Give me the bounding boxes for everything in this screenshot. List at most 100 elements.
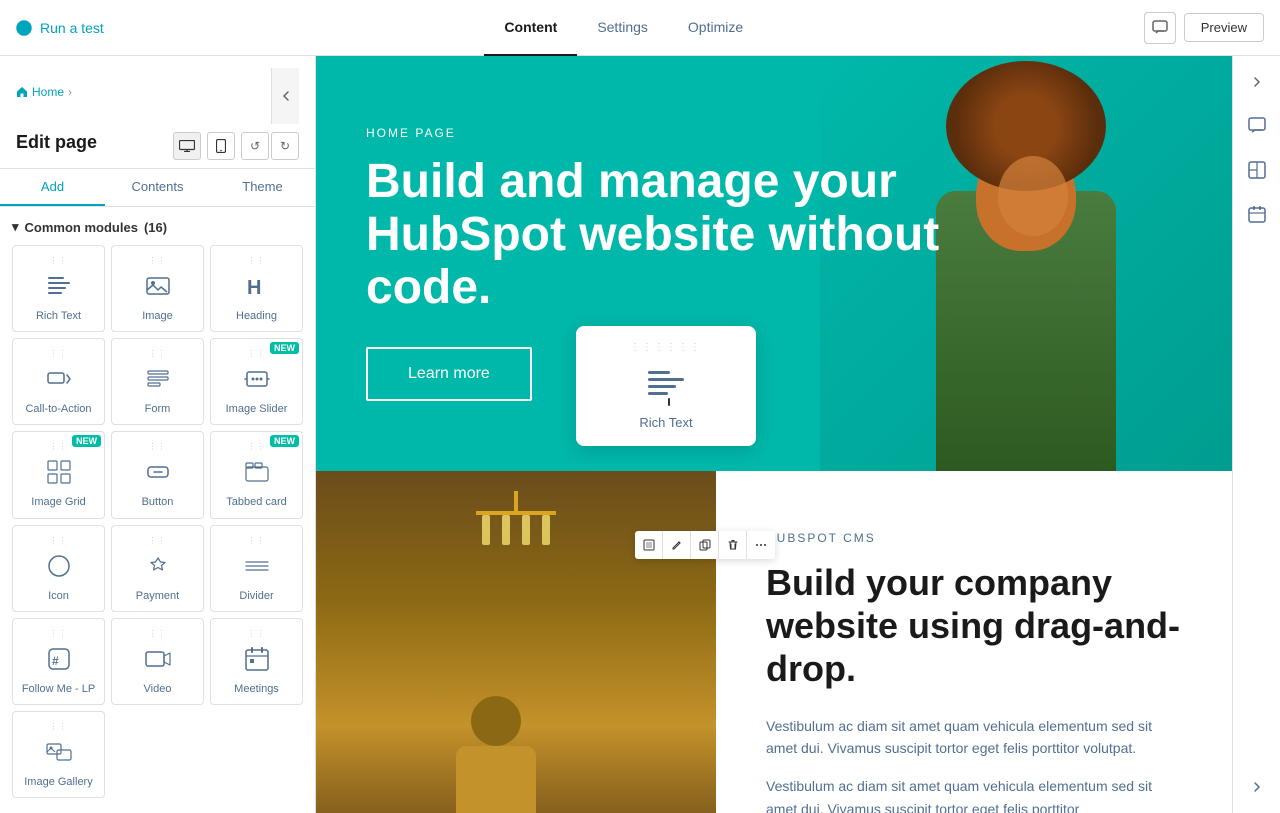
topbar-right: Preview (1144, 12, 1264, 44)
module-meetings[interactable]: ⋮⋮ Meetings (210, 618, 303, 705)
right-collapse-button[interactable] (1239, 64, 1275, 100)
module-form[interactable]: ⋮⋮ Form (111, 338, 204, 425)
redo-button[interactable]: ↻ (271, 132, 299, 160)
bottom-text: HUBSPOT CMS Build your company website u… (716, 471, 1232, 813)
modules-grid: ⋮⋮ Rich Text ⋮⋮ Image ⋮⋮ (12, 245, 303, 798)
drag-handle: ⋮⋮ (50, 442, 68, 451)
heading-icon: H (239, 268, 275, 304)
payment-icon (140, 548, 176, 584)
hero-title: Build and manage your HubSpot website wi… (366, 156, 966, 314)
svg-text:H: H (247, 277, 261, 299)
drag-handle: ⋮⋮ (248, 536, 266, 545)
toolbar-edit-button[interactable] (663, 531, 691, 559)
right-layout-icon[interactable] (1239, 152, 1275, 188)
toolbar-more-button[interactable] (747, 531, 775, 559)
left-sidebar: Home › Edit page ↺ (0, 56, 316, 813)
drag-handle: ⋮⋮ (149, 442, 167, 451)
module-label: Meetings (234, 683, 279, 696)
module-label: Heading (236, 310, 277, 323)
section-count: (16) (144, 220, 167, 235)
breadcrumb: Home › (16, 85, 72, 99)
tab-content[interactable]: Content (484, 0, 577, 56)
sidebar-content: ▾ Common modules (16) ⋮⋮ Rich Text ⋮⋮ (0, 207, 315, 813)
new-badge: NEW (270, 342, 299, 354)
right-sidebar (1232, 56, 1280, 813)
right-chevron-icon[interactable] (1239, 769, 1275, 805)
card-drag-dots: ⋮⋮⋮⋮⋮⋮ (630, 342, 702, 353)
icon-icon (41, 548, 77, 584)
module-divider[interactable]: ⋮⋮ Divider (210, 525, 303, 612)
module-label: Call-to-Action (25, 403, 91, 416)
sidebar-tab-theme[interactable]: Theme (210, 169, 315, 206)
module-image-grid[interactable]: NEW ⋮⋮ Image Grid (12, 431, 105, 518)
module-tabbed-card[interactable]: NEW ⋮⋮ Tabbed card (210, 431, 303, 518)
sidebar-collapse-button[interactable] (271, 68, 299, 124)
breadcrumb-home-link[interactable]: Home (32, 85, 64, 99)
module-cta[interactable]: ⋮⋮ Call-to-Action (12, 338, 105, 425)
rich-text-card-icon (642, 361, 690, 409)
module-button[interactable]: ⋮⋮ Button (111, 431, 204, 518)
rich-text-floating-card: ⋮⋮⋮⋮⋮⋮ Rich Text (576, 326, 756, 446)
breadcrumb-sep: › (68, 85, 72, 99)
sidebar-header: Home › Edit page ↺ (0, 56, 315, 169)
mobile-view-button[interactable] (207, 132, 235, 160)
module-label: Follow Me - LP (22, 683, 95, 696)
comment-icon[interactable] (1144, 12, 1176, 44)
follow-me-icon: # (41, 641, 77, 677)
new-badge: NEW (72, 435, 101, 447)
module-label: Image Slider (226, 403, 288, 416)
tab-settings[interactable]: Settings (577, 0, 668, 56)
edit-page-title: Edit page (16, 132, 97, 153)
sidebar-tab-contents[interactable]: Contents (105, 169, 210, 206)
module-label: Divider (239, 590, 273, 603)
run-test-button[interactable]: Run a test (16, 20, 104, 36)
drag-handle: ⋮⋮ (248, 256, 266, 265)
module-image-slider[interactable]: NEW ⋮⋮ Image Slider (210, 338, 303, 425)
module-label: Payment (136, 590, 179, 603)
button-icon (140, 454, 176, 490)
module-follow-me[interactable]: ⋮⋮ # Follow Me - LP (12, 618, 105, 705)
sidebar-tab-add[interactable]: Add (0, 169, 105, 206)
module-heading[interactable]: ⋮⋮ H Heading (210, 245, 303, 332)
drag-handle: ⋮⋮ (50, 256, 68, 265)
module-image[interactable]: ⋮⋮ Image (111, 245, 204, 332)
section-title: Common modules (25, 220, 138, 235)
bottom-body-1: Vestibulum ac diam sit amet quam vehicul… (766, 715, 1182, 760)
module-payment[interactable]: ⋮⋮ Payment (111, 525, 204, 612)
toolbar-delete-button[interactable] (719, 531, 747, 559)
tab-optimize[interactable]: Optimize (668, 0, 763, 56)
module-icon[interactable]: ⋮⋮ Icon (12, 525, 105, 612)
toolbar-duplicate-button[interactable] (691, 531, 719, 559)
module-label: Rich Text (36, 310, 81, 323)
toolbar-move-button[interactable] (635, 531, 663, 559)
svg-text:#: # (52, 654, 59, 668)
new-badge: NEW (270, 435, 299, 447)
drag-handle: ⋮⋮ (149, 349, 167, 358)
module-video[interactable]: ⋮⋮ Video (111, 618, 204, 705)
desktop-view-button[interactable] (173, 132, 201, 160)
rich-text-icon (41, 268, 77, 304)
drag-handle: ⋮⋮ (149, 629, 167, 638)
undo-redo-controls: ↺ ↻ (241, 132, 299, 160)
topbar: Run a test Content Settings Optimize Pre… (0, 0, 1280, 56)
module-label: Button (142, 496, 174, 509)
module-rich-text[interactable]: ⋮⋮ Rich Text (12, 245, 105, 332)
bottom-section: HUBSPOT CMS Build your company website u… (316, 471, 1232, 813)
right-comment-icon[interactable] (1239, 108, 1275, 144)
image-slider-icon (239, 361, 275, 397)
preview-button[interactable]: Preview (1184, 13, 1264, 42)
section-toggle-icon: ▾ (12, 219, 19, 235)
bottom-body-2: Vestibulum ac diam sit amet quam vehicul… (766, 775, 1182, 813)
common-modules-header[interactable]: ▾ Common modules (16) (12, 219, 303, 235)
image-icon (140, 268, 176, 304)
module-label: Tabbed card (226, 496, 287, 509)
meetings-icon (239, 641, 275, 677)
drag-handle: ⋮⋮ (50, 536, 68, 545)
undo-button[interactable]: ↺ (241, 132, 269, 160)
right-calendar-icon[interactable] (1239, 196, 1275, 232)
run-test-label: Run a test (40, 20, 104, 36)
cta-icon (41, 361, 77, 397)
module-label: Image Grid (31, 496, 85, 509)
learn-more-button[interactable]: Learn more (366, 347, 532, 401)
module-image-gallery[interactable]: ⋮⋮ Image Gallery (12, 711, 105, 798)
